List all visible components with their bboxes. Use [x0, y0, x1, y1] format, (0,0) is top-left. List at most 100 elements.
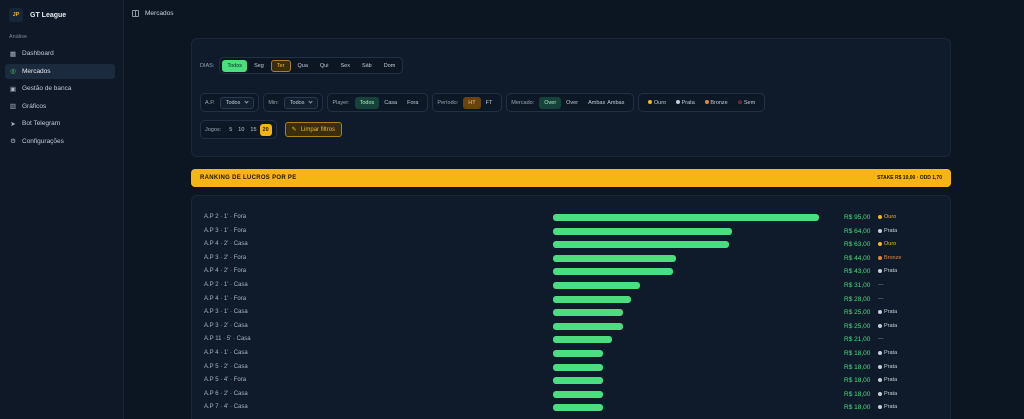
- chevron-down-icon: [244, 99, 249, 104]
- sidebar-item-bar-chart[interactable]: ▥ Gráficos: [5, 99, 115, 114]
- gear-icon: ⚙: [10, 138, 16, 145]
- sidebar-item-gear[interactable]: ⚙ Configurações: [5, 134, 115, 149]
- ranking-value: R$ 18,00: [844, 404, 871, 412]
- market-option-over-1[interactable]: Over: [539, 96, 562, 109]
- ranking-bar: [553, 309, 623, 317]
- day-option-1[interactable]: Seg: [249, 60, 269, 72]
- medal-option-bronze-label: Bronze: [710, 99, 728, 106]
- period-option-ht[interactable]: HT: [463, 96, 481, 109]
- ranking-medal-label: —: [878, 295, 884, 302]
- table-row: A.P 2 · 1' · Casa R$ 31,00 —: [192, 279, 952, 293]
- topbar: Mercados: [124, 0, 1024, 28]
- ranking-bar: [553, 404, 604, 412]
- bronze-medal-icon: [704, 99, 709, 104]
- ranking-medal-label: Prata: [884, 268, 898, 275]
- day-option-6[interactable]: Sáb: [357, 60, 377, 72]
- ranking-medal-label: Ouro: [884, 241, 897, 248]
- clear-filters-label: Limpar filtros: [300, 126, 336, 133]
- ranking-value: R$ 31,00: [844, 282, 871, 289]
- silver-medal-icon: [878, 391, 882, 396]
- silver-medal-icon: [878, 378, 882, 383]
- sidebar-item-wallet[interactable]: ▣ Gestão de banca: [5, 81, 115, 96]
- ranking-bar: [553, 295, 632, 303]
- ranking-bar: [553, 322, 623, 330]
- medal-filter: Ouro Prata Bronze ⊘ Sem: [638, 93, 766, 112]
- medal-option-bronze[interactable]: Bronze: [700, 97, 733, 109]
- ranking-medal-label: —: [878, 282, 884, 288]
- brand-name: GT League: [30, 11, 67, 19]
- ranking-medal-label: Ouro: [884, 214, 897, 220]
- sidebar-section-label: Análise: [9, 34, 28, 40]
- player-option-fora[interactable]: Fora: [402, 97, 423, 109]
- ranking-medal: —: [878, 282, 884, 288]
- silver-medal-icon: [878, 228, 882, 233]
- filters-card: DIAS: Todos Seg Ter Qua Qui Sex Sáb Dom A.P. To…: [191, 38, 951, 157]
- send-icon: ➤: [10, 120, 16, 128]
- ranking-bar: [553, 241, 730, 249]
- ranking-stake: STAKE R$ 10,00 · ODD 1,70: [877, 175, 942, 181]
- sidebar-item-target[interactable]: ◎ Mercados: [5, 63, 115, 79]
- min-select[interactable]: Todos: [283, 96, 319, 109]
- table-row: A.P 3 · 2' · Casa R$ 25,00 Prata: [192, 320, 952, 334]
- games-option-5[interactable]: 5: [226, 124, 235, 136]
- medal-option-prata[interactable]: Prata: [671, 97, 700, 109]
- no-medal-icon: ⊘: [737, 99, 743, 106]
- ranking-medal: Prata: [878, 350, 897, 356]
- day-option-2[interactable]: Ter: [270, 59, 291, 72]
- sidebar-item-grid[interactable]: ▦ Dashboard: [5, 46, 115, 61]
- games-option-10[interactable]: 10: [235, 124, 247, 136]
- brand[interactable]: JP GT League: [9, 8, 66, 22]
- ranking-medal: Prata: [878, 391, 897, 397]
- table-row: A.P 5 · 4' · Fora R$ 18,00 Prata: [192, 374, 952, 388]
- ranking-bar: [553, 254, 677, 262]
- wallet-icon: ▣: [9, 85, 17, 93]
- games-option-15[interactable]: 15: [247, 124, 259, 136]
- table-row: A.P 4 · 2' · Casa R$ 63,00 Ouro: [192, 238, 952, 252]
- sidebar-item-send[interactable]: ➤ Bot Telegram: [5, 116, 115, 131]
- days-filter: DIAS: Todos Seg Ter Qua Qui Sex Sáb Dom: [200, 57, 404, 74]
- market-option-ambas-2[interactable]: Ambas: [606, 97, 629, 109]
- medal-option-ouro-label: Ouro: [653, 99, 667, 106]
- medal-option-ouro[interactable]: Ouro: [643, 97, 671, 109]
- min-label: Min:: [268, 99, 279, 106]
- sidebar-toggle-icon[interactable]: [132, 10, 139, 17]
- ranking-medal: Prata: [878, 377, 897, 383]
- bar-chart-icon: ▥: [9, 103, 17, 110]
- bronze-medal-icon: [878, 255, 882, 260]
- day-option-3[interactable]: Qua: [293, 60, 313, 72]
- medal-option-sem[interactable]: ⊘ Sem: [733, 97, 760, 109]
- table-row: A.P 3 · 1' · Casa R$ 25,00 Prata: [192, 306, 952, 320]
- games-option-20[interactable]: 20: [259, 123, 272, 136]
- table-row: A.P 11 · 5' · Casa R$ 21,00 —: [192, 333, 952, 347]
- pencil-icon: ✎: [291, 127, 297, 133]
- market-option-ambas-1[interactable]: Ambas: [583, 97, 606, 109]
- day-option-5[interactable]: Sex: [335, 60, 354, 72]
- ranking-medal-label: —: [878, 336, 884, 343]
- games-filter-row: Jogos: 5 10 15 20 ✎ Limpar filtros: [200, 120, 343, 139]
- day-option-7[interactable]: Dom: [379, 60, 401, 72]
- ranking-medal: Bronze: [878, 255, 901, 261]
- ranking-row-label: A.P 4 · 1' · Fora: [204, 295, 247, 302]
- ranking-row-label: A.P 7 · 4' · Casa: [204, 404, 248, 411]
- period-option-ft[interactable]: FT: [481, 97, 498, 109]
- target-icon: ◎: [10, 68, 16, 75]
- silver-medal-icon: [676, 99, 681, 104]
- logo-icon: JP: [9, 8, 23, 22]
- market-option-over-2[interactable]: Over: [561, 97, 583, 109]
- player-option-casa[interactable]: Casa: [379, 97, 402, 109]
- ranking-medal-label: Prata: [884, 377, 898, 384]
- gold-medal-icon: [878, 215, 882, 219]
- min-select-value: Todos: [289, 99, 305, 106]
- period-filter: Período: HT FT: [432, 93, 503, 112]
- player-option-todos[interactable]: Todos: [354, 96, 380, 109]
- ranking-row-label: A.P 3 · 2' · Fora: [204, 254, 247, 261]
- ap-select[interactable]: Todos: [219, 96, 255, 109]
- day-option-4[interactable]: Qui: [315, 60, 334, 72]
- day-option-0[interactable]: Todos: [222, 59, 248, 72]
- ranking-row-label: A.P 11 · 5' · Casa: [204, 336, 251, 343]
- clear-filters-button[interactable]: ✎ Limpar filtros: [284, 122, 343, 137]
- ranking-medal: Ouro: [878, 241, 896, 247]
- ranking-value: R$ 18,00: [844, 377, 871, 385]
- player-label: Player:: [332, 99, 350, 106]
- ranking-medal-label: Prata: [884, 350, 898, 356]
